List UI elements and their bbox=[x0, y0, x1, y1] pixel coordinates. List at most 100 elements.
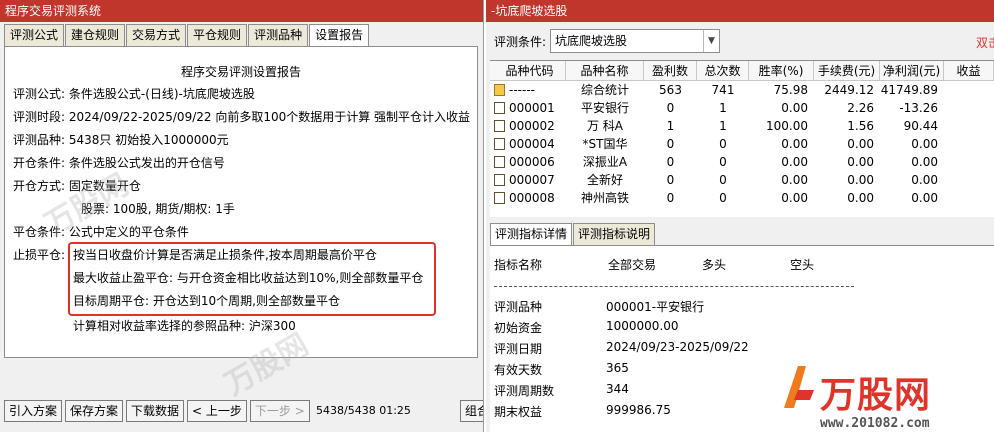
cell-profit: 0.00 bbox=[911, 173, 938, 187]
metric-value: 2024/09/23-2025/09/22 bbox=[606, 340, 749, 354]
cell-total: 741 bbox=[711, 83, 735, 97]
table-row[interactable]: ------ 综合统计 563 741 75.98 2449.12 41749.89 bbox=[490, 81, 994, 99]
col-total[interactable]: 总次数 bbox=[697, 61, 749, 81]
report-line-open-condition: 开仓条件: 条件选股公式发出的开仓信号 bbox=[13, 156, 225, 170]
tab-formula[interactable]: 评测公式 bbox=[4, 24, 65, 46]
divider bbox=[494, 286, 854, 287]
cell-code: 000007 bbox=[490, 171, 566, 189]
document-icon bbox=[494, 120, 505, 132]
cell-rate: 0.00 bbox=[781, 173, 808, 187]
cell-code: 000001 bbox=[490, 99, 566, 117]
metric-name: 期末权益 bbox=[494, 405, 543, 419]
cell-name: 万 科A bbox=[586, 119, 624, 133]
next-step-button[interactable]: 下一步 > bbox=[249, 400, 310, 422]
cell-profit: -13.26 bbox=[899, 101, 938, 115]
logo-mark-icon bbox=[784, 366, 814, 408]
cell-win: 1 bbox=[666, 119, 675, 133]
document-icon bbox=[494, 156, 505, 168]
col-return[interactable]: 收益 bbox=[944, 61, 994, 81]
condition-select-value: 坑底爬坡选股 bbox=[555, 34, 628, 48]
setup-report-window: 程序交易评测系统 评测公式 建仓规则 交易方式 平仓规则 评测品种 设置报告 程… bbox=[0, 0, 484, 432]
table-row[interactable]: 000007 全新好 0 0 0.00 0.00 0.00 bbox=[490, 171, 994, 189]
cell-name: 平安银行 bbox=[580, 101, 629, 115]
report-line-target-period: 目标周期平仓: 开仓达到10个周期,则全部数量平仓 bbox=[73, 294, 340, 308]
progress-status: 5438/5438 01:25 bbox=[316, 404, 411, 417]
cell-rate: 0.00 bbox=[781, 101, 808, 115]
combo-button[interactable]: 组合 bbox=[460, 400, 483, 422]
table-header: 品种代码 品种名称 盈利数 总次数 胜率(%) 手续费(元) 净利润(元) 收益 bbox=[490, 61, 994, 81]
cell-return bbox=[944, 99, 994, 117]
detail-header-name: 指标名称 bbox=[494, 258, 543, 272]
cell-return bbox=[944, 171, 994, 189]
report-line-stoploss: 按当日收盘价计算是否满足止损条件,按本周期最高价平仓 bbox=[73, 248, 377, 262]
tab-trade-mode[interactable]: 交易方式 bbox=[126, 24, 187, 46]
cell-profit: 41749.89 bbox=[880, 83, 938, 97]
col-name[interactable]: 品种名称 bbox=[566, 61, 644, 81]
cell-code-text: ------ bbox=[509, 83, 535, 97]
document-icon bbox=[494, 192, 505, 204]
table-row[interactable]: 000006 深振业A 0 0 0.00 0.00 0.00 bbox=[490, 153, 994, 171]
cell-return bbox=[944, 153, 994, 171]
logo-text: 万股网 bbox=[820, 375, 932, 416]
cell-return bbox=[944, 189, 994, 207]
table-row[interactable]: 000001 平安银行 0 1 0.00 2.26 -13.26 bbox=[490, 99, 994, 117]
tab-setup-report[interactable]: 设置报告 bbox=[309, 24, 370, 47]
cell-fee: 0.00 bbox=[847, 155, 874, 169]
metric-name: 评测周期数 bbox=[494, 384, 555, 398]
cell-return bbox=[944, 117, 994, 135]
cell-win: 0 bbox=[666, 155, 675, 169]
site-logo: 万股网 www.201082.com bbox=[780, 360, 930, 431]
condition-select[interactable]: 坑底爬坡选股 ▼ bbox=[550, 29, 720, 53]
metric-value: 000001-平安银行 bbox=[606, 300, 705, 314]
cell-rate: 75.98 bbox=[773, 83, 808, 97]
table-row[interactable]: 000008 神州高铁 0 0 0.00 0.00 0.00 bbox=[490, 189, 994, 207]
detail-header-long: 多头 bbox=[702, 258, 727, 272]
tab-metric-details[interactable]: 评测指标详情 bbox=[490, 223, 573, 245]
cell-rate: 0.00 bbox=[781, 137, 808, 151]
results-table: 品种代码 品种名称 盈利数 总次数 胜率(%) 手续费(元) 净利润(元) 收益… bbox=[490, 60, 994, 217]
cell-code: 000002 bbox=[490, 117, 566, 135]
document-icon bbox=[494, 138, 505, 150]
col-profit[interactable]: 净利润(元) bbox=[880, 61, 944, 81]
table-row[interactable]: 000004 *ST国华 0 0 0.00 0.00 0.00 bbox=[490, 135, 994, 153]
cell-total: 0 bbox=[719, 173, 727, 187]
cell-fee: 0.00 bbox=[847, 173, 874, 187]
download-data-button[interactable]: 下载数据 bbox=[126, 400, 185, 422]
col-code[interactable]: 品种代码 bbox=[490, 61, 566, 81]
detail-header-all: 全部交易 bbox=[608, 258, 657, 272]
metric-name: 初始资金 bbox=[494, 321, 543, 335]
table-row[interactable]: 000002 万 科A 1 1 100.00 1.56 90.44 bbox=[490, 117, 994, 135]
save-scheme-button[interactable]: 保存方案 bbox=[65, 400, 124, 422]
tab-open-rules[interactable]: 建仓规则 bbox=[65, 24, 126, 46]
metric-name: 评测品种 bbox=[494, 300, 543, 314]
metric-value: 344 bbox=[606, 382, 629, 396]
col-wins[interactable]: 盈利数 bbox=[644, 61, 697, 81]
cell-code-text: 000004 bbox=[509, 137, 555, 151]
prev-step-button[interactable]: < 上一步 bbox=[187, 400, 247, 422]
cell-rate: 0.00 bbox=[781, 191, 808, 205]
cell-total: 0 bbox=[719, 137, 727, 151]
cell-fee: 2449.12 bbox=[824, 83, 874, 97]
cell-total: 0 bbox=[719, 191, 727, 205]
tab-close-rules[interactable]: 平仓规则 bbox=[187, 24, 248, 46]
cell-name: *ST国华 bbox=[582, 137, 628, 151]
right-window-title: -坑底爬坡选股 bbox=[486, 0, 994, 22]
tab-instruments[interactable]: 评测品种 bbox=[248, 24, 309, 46]
col-fee[interactable]: 手续费(元) bbox=[814, 61, 880, 81]
col-winrate[interactable]: 胜率(%) bbox=[749, 61, 814, 81]
cell-code-text: 000006 bbox=[509, 155, 555, 169]
chevron-down-icon[interactable]: ▼ bbox=[703, 30, 719, 52]
logo-url: www.201082.com bbox=[820, 416, 930, 431]
document-icon bbox=[494, 102, 505, 114]
import-scheme-button[interactable]: 引入方案 bbox=[4, 400, 63, 422]
report-line-instruments: 评测品种: 5438只 初始投入1000000元 bbox=[13, 133, 229, 147]
condition-label: 评测条件: bbox=[494, 35, 547, 49]
cell-profit: 0.00 bbox=[911, 155, 938, 169]
left-button-bar: 引入方案 保存方案 下载数据 < 上一步 下一步 > bbox=[4, 400, 310, 422]
cell-win: 563 bbox=[659, 83, 682, 97]
detail-header-short: 空头 bbox=[790, 258, 815, 272]
cell-fee: 1.56 bbox=[847, 119, 874, 133]
cell-total: 1 bbox=[719, 119, 727, 133]
tab-metric-notes[interactable]: 评测指标说明 bbox=[573, 223, 656, 245]
cell-name: 深振业A bbox=[582, 155, 628, 169]
